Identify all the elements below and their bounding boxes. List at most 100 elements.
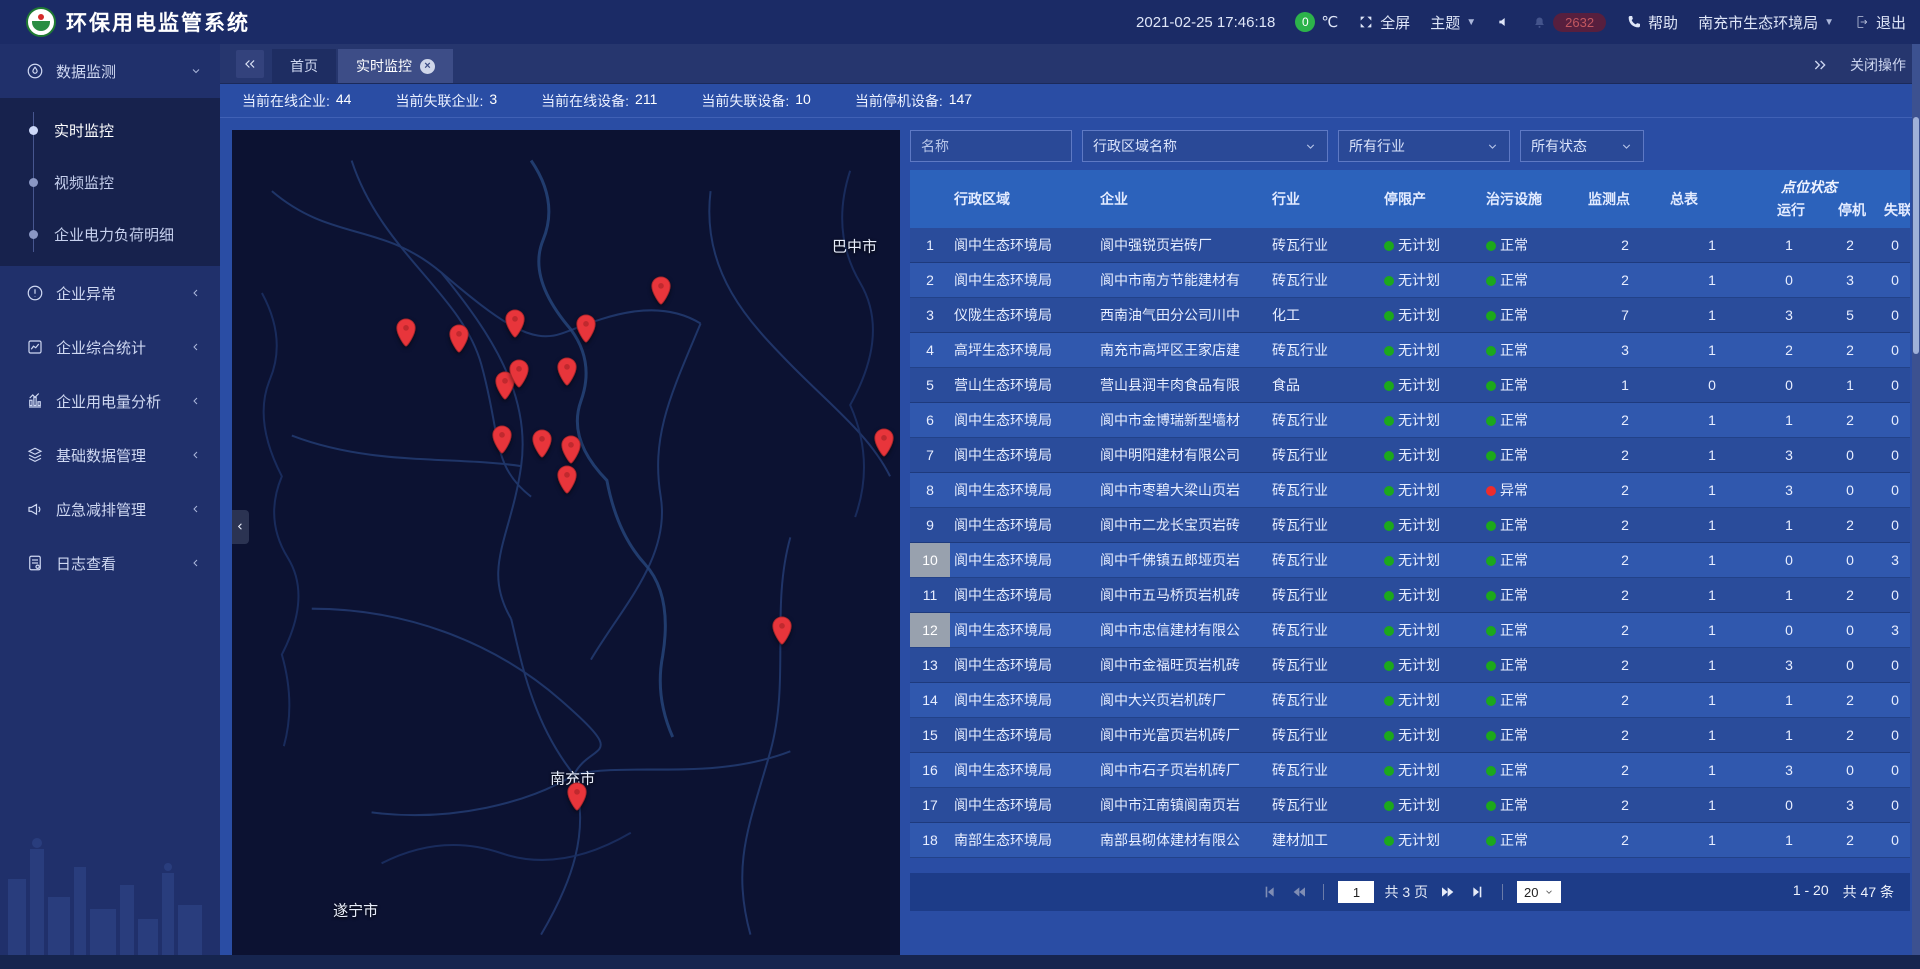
map-pin[interactable] [504,309,527,339]
cell-company: 阆中市五马桥页岩机砖 [1096,585,1268,605]
table-row[interactable]: 7阆中生态环境局阆中明阳建材有限公司砖瓦行业无计划正常21300 [910,438,1910,473]
table-row[interactable]: 3仪陇生态环境局西南油气田分公司川中化工无计划正常71350 [910,298,1910,333]
map-pin[interactable] [448,324,471,354]
table-row[interactable]: 15阆中生态环境局阆中市光富页岩机砖厂砖瓦行业无计划正常21120 [910,718,1910,753]
prev-page-button[interactable] [1289,882,1309,902]
sidebar-subitem[interactable]: 实时监控 [0,104,220,156]
map-pin[interactable] [872,428,895,458]
map-pin[interactable] [490,425,513,455]
table-row[interactable]: 1阆中生态环境局阆中强锐页岩砖厂砖瓦行业无计划正常21120 [910,228,1910,263]
cell-facility-status: 正常 [1482,690,1584,710]
stat-value: 44 [336,91,352,111]
table-row[interactable]: 8阆中生态环境局阆中市枣碧大梁山页岩砖瓦行业无计划异常21300 [910,473,1910,508]
cell-company: 西南油气田分公司川中 [1096,305,1268,325]
cell-stop: 2 [1820,237,1880,253]
scrollbar-thumb[interactable] [1913,117,1919,354]
table-row[interactable]: 2阆中生态环境局阆中市南方节能建材有砖瓦行业无计划正常21030 [910,263,1910,298]
table-row[interactable]: 13阆中生态环境局阆中市金福旺页岩机砖砖瓦行业无计划正常21300 [910,648,1910,683]
fullscreen-button[interactable]: 全屏 [1358,12,1410,33]
sidebar-item-statistics[interactable]: 企业综合统计 [0,320,220,374]
next-page-button[interactable] [1438,882,1458,902]
sidebar-item-alert[interactable]: 企业异常 [0,266,220,320]
chevron-left-icon [235,521,246,532]
map-pin[interactable] [566,782,589,812]
table-row[interactable]: 9阆中生态环境局阆中市二龙长宝页岩砖砖瓦行业无计划正常21120 [910,508,1910,543]
pin-icon [395,318,418,348]
map-pin[interactable] [395,318,418,348]
col-header-production: 停限产 [1380,189,1482,209]
help-button[interactable]: 帮助 [1626,12,1678,33]
double-chevron-right-icon[interactable] [1812,57,1828,73]
cell-stop: 5 [1820,307,1880,323]
org-dropdown[interactable]: 南充市生态环境局▼ [1698,12,1834,33]
map-canvas[interactable]: 巴中市南充市遂宁市 [232,130,900,955]
production-status-text: 无计划 [1398,237,1440,253]
cell-points: 2 [1584,552,1666,568]
sidebar-subitem[interactable]: 视频监控 [0,156,220,208]
tab-home[interactable]: 首页 [272,49,336,83]
row-number: 17 [910,788,950,822]
sidebar-item-database[interactable]: 基础数据管理 [0,428,220,482]
map-pin[interactable] [575,314,598,344]
sidebar-subitem-label: 实时监控 [54,120,114,141]
cell-facility-status: 正常 [1482,515,1584,535]
table-row[interactable]: 4高坪生态环境局南充市高坪区王家店建砖瓦行业无计划正常31220 [910,333,1910,368]
status-filter-select[interactable]: 所有状态 [1520,130,1644,162]
facility-status-text: 正常 [1500,797,1528,813]
page-size-select[interactable]: 20 [1517,881,1560,903]
table-row[interactable]: 12阆中生态环境局阆中市忠信建材有限公砖瓦行业无计划正常21003 [910,613,1910,648]
industry-filter-select[interactable]: 所有行业 [1338,130,1510,162]
page-input[interactable] [1338,881,1374,903]
map-pin[interactable] [530,429,553,459]
sidebar-item-monitor[interactable]: 数据监测 [0,44,220,98]
sidebar-subitem[interactable]: 企业电力负荷明细 [0,208,220,260]
close-operations-button[interactable]: 关闭操作 [1850,55,1906,75]
map-pin[interactable] [560,435,583,465]
mute-button[interactable] [1496,14,1512,30]
tab-close-icon[interactable]: × [420,59,435,74]
sidebar-item-horn[interactable]: 应急减排管理 [0,482,220,536]
production-status-text: 无计划 [1398,517,1440,533]
sidebar-item-chart[interactable]: 企业用电量分析 [0,374,220,428]
green-dot-icon [1486,241,1496,251]
stat-label: 当前停机设备: [855,91,943,111]
table-row[interactable]: 16阆中生态环境局阆中市石子页岩机砖厂砖瓦行业无计划正常21300 [910,753,1910,788]
window-scrollbar[interactable] [1912,44,1920,955]
tab-realtime-monitor[interactable]: 实时监控 × [338,49,453,83]
stat-item: 当前停机设备:147 [855,91,972,111]
cell-run: 1 [1758,412,1820,428]
tabs-scroll-left-button[interactable] [236,50,264,78]
cell-facility-status: 正常 [1482,620,1584,640]
name-filter-input[interactable] [910,130,1072,162]
content-area: 巴中市南充市遂宁市 行政区域名称 所有行 [220,118,1920,969]
table-row[interactable]: 11阆中生态环境局阆中市五马桥页岩机砖砖瓦行业无计划正常21120 [910,578,1910,613]
last-page-button[interactable] [1468,882,1488,902]
cell-points: 2 [1584,797,1666,813]
map-pin[interactable] [649,276,672,306]
map-collapse-handle[interactable] [232,510,249,544]
cell-meters: 1 [1666,272,1758,288]
pagination-bar: 共 3 页 20 [910,873,1910,911]
table-row[interactable]: 6阆中生态环境局阆中市金博瑞新型墙材砖瓦行业无计划正常21120 [910,403,1910,438]
table-row[interactable]: 5营山生态环境局营山县润丰肉食品有限食品无计划正常10010 [910,368,1910,403]
map-pin[interactable] [508,359,531,389]
region-filter-select[interactable]: 行政区域名称 [1082,130,1328,162]
map-pin[interactable] [555,357,578,387]
table-row[interactable]: 10阆中生态环境局阆中千佛镇五郎垭页岩砖瓦行业无计划正常21003 [910,543,1910,578]
map-pin[interactable] [771,616,794,646]
table-row[interactable]: 18南部生态环境局南部县砌体建材有限公建材加工无计划正常21120 [910,823,1910,858]
table-row[interactable]: 14阆中生态环境局阆中大兴页岩机砖厂砖瓦行业无计划正常21120 [910,683,1910,718]
theme-dropdown[interactable]: 主题▼ [1430,12,1476,33]
logout-button[interactable]: 退出 [1854,12,1906,33]
cell-points: 2 [1584,517,1666,533]
green-dot-icon [1486,451,1496,461]
notification-button[interactable]: 2632 [1532,13,1606,32]
cell-run: 1 [1758,237,1820,253]
col-header-industry: 行业 [1268,189,1380,209]
sidebar-section: 基础数据管理 [0,428,220,482]
green-dot-icon [1384,661,1394,671]
map-pin[interactable] [555,465,578,495]
sidebar-item-log[interactable]: 日志查看 [0,536,220,590]
table-row[interactable]: 17阆中生态环境局阆中市江南镇阆南页岩砖瓦行业无计划正常21030 [910,788,1910,823]
first-page-button[interactable] [1259,882,1279,902]
